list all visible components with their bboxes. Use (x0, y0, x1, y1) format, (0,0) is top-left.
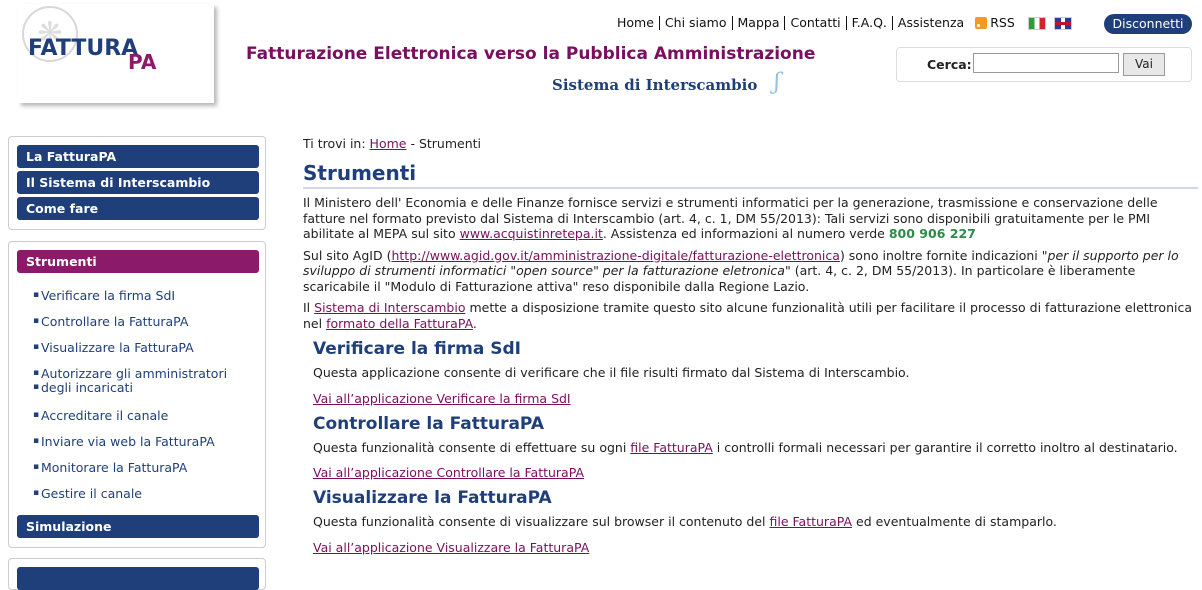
section-controllare-text: Questa funzionalità consente di effettua… (313, 439, 1178, 455)
search-input[interactable] (973, 53, 1119, 73)
section-visualizzare-text: Questa funzionalità consente di visualiz… (313, 514, 1057, 529)
section-verificare: Verificare la firma SdI Questa applicazi… (313, 339, 1198, 406)
sidebar-bottom-box (8, 558, 266, 590)
breadcrumb: Ti trovi in: Home - Strumenti (303, 136, 1198, 151)
sidebar-sub-visualizzare[interactable]: Visualizzare la FatturaPA (33, 340, 194, 355)
sidebar-sub-autorizzare-cont[interactable]: degli incaricati (33, 380, 133, 395)
section-verificare-title: Verificare la firma SdI (313, 339, 521, 359)
site-title: Fatturazione Elettronica verso la Pubbli… (246, 44, 816, 64)
sdi-logo-icon: ʃ (774, 70, 780, 95)
site-subtitle: Sistema di Interscambio (552, 76, 758, 94)
nav-home[interactable]: Home (612, 16, 660, 30)
sidebar-sub-verificare[interactable]: Verificare la firma SdI (33, 288, 175, 303)
file-fatturapa-link-2[interactable]: file FatturaPA (770, 514, 853, 529)
top-navigation: Home Chi siamo Mappa Contatti F.A.Q. Ass… (612, 16, 1072, 30)
acquistinretepa-link[interactable]: www.acquistinretepa.it (460, 226, 603, 241)
sidebar-item-fatturapa[interactable]: La FatturaPA (17, 145, 259, 168)
search-button[interactable]: Vai (1123, 53, 1165, 76)
logo-text: FATTURA (28, 36, 139, 61)
section-controllare: Controllare la FatturaPA Questa funziona… (313, 414, 1198, 481)
sidebar-item-simulazione[interactable]: Simulazione (17, 515, 259, 538)
sidebar-sub-inviare[interactable]: Inviare via web la FatturaPA (33, 434, 215, 449)
sidebar-sub-gestire[interactable]: Gestire il canale (33, 486, 142, 501)
intro-paragraph-3: Il Sistema di Interscambio mette a dispo… (303, 300, 1192, 331)
sidebar-item-strumenti[interactable]: Strumenti (17, 250, 259, 273)
section-visualizzare: Visualizzare la FatturaPA Questa funzion… (313, 488, 1198, 555)
rss-icon[interactable] (975, 17, 988, 29)
logo[interactable]: ❋ FATTURA PA (18, 4, 214, 103)
intro-paragraph-2: Sul sito AgID (http://www.agid.gov.it/am… (303, 247, 1179, 294)
sidebar-sub-accreditare[interactable]: Accreditare il canale (33, 408, 168, 423)
nav-rss[interactable]: RSS (990, 16, 1020, 30)
sidebar-strumenti: Strumenti Verificare la firma SdI Contro… (8, 241, 266, 548)
breadcrumb-home[interactable]: Home (370, 136, 407, 151)
nav-contatti[interactable]: Contatti (785, 16, 847, 30)
english-flag-icon[interactable] (1053, 16, 1072, 30)
main-content: Ti trovi in: Home - Strumenti Strumenti … (303, 136, 1198, 555)
formato-fatturapa-link[interactable]: formato della FatturaPA (326, 316, 473, 331)
verificare-app-link[interactable]: Vai all’applicazione Verificare la firma… (313, 391, 1198, 406)
controllare-app-link[interactable]: Vai all’applicazione Controllare la Fatt… (313, 465, 1198, 480)
search-box: Cerca: Vai (896, 47, 1192, 82)
section-verificare-text: Questa applicazione consente di verifica… (313, 365, 910, 380)
breadcrumb-current: Strumenti (418, 136, 482, 151)
section-controllare-title: Controllare la FatturaPA (313, 413, 544, 434)
search-label: Cerca: (927, 57, 972, 72)
sidebar-main-nav: La FatturaPA Il Sistema di Interscambio … (8, 136, 266, 230)
breadcrumb-prefix: Ti trovi in: (303, 136, 366, 151)
file-fatturapa-link[interactable]: file FatturaPA (630, 440, 713, 455)
visualizzare-app-link[interactable]: Vai all’applicazione Visualizzare la Fat… (313, 540, 1198, 555)
nav-assistenza[interactable]: Assistenza (893, 16, 969, 30)
disconnect-button[interactable]: Disconnetti (1104, 14, 1192, 34)
section-visualizzare-title: Visualizzare la FatturaPA (313, 488, 552, 508)
nav-chi-siamo[interactable]: Chi siamo (660, 16, 733, 30)
page-title: Strumenti (303, 161, 1198, 189)
sdi-link[interactable]: Sistema di Interscambio (314, 300, 465, 315)
sidebar-sub-monitorare[interactable]: Monitorare la FatturaPA (33, 460, 187, 475)
intro-paragraph-1: Il Ministero dell' Economia e delle Fina… (303, 195, 1158, 241)
nav-mappa[interactable]: Mappa (733, 16, 786, 30)
sidebar-item-come-fare[interactable]: Come fare (17, 197, 259, 220)
sidebar-sub-autorizzare[interactable]: Autorizzare gli amministratori (33, 366, 227, 381)
toll-free-number: 800 906 227 (888, 226, 976, 241)
agid-link[interactable]: http://www.agid.gov.it/amministrazione-d… (391, 248, 839, 263)
sidebar-item-sdi[interactable]: Il Sistema di Interscambio (17, 171, 259, 194)
nav-faq[interactable]: F.A.Q. (847, 16, 893, 30)
breadcrumb-separator: - (410, 136, 415, 151)
sidebar-item-next[interactable] (17, 567, 259, 590)
italian-flag-icon[interactable] (1027, 16, 1046, 30)
sidebar-sub-controllare[interactable]: Controllare la FatturaPA (33, 314, 188, 329)
logo-pa-text: PA (128, 50, 157, 74)
